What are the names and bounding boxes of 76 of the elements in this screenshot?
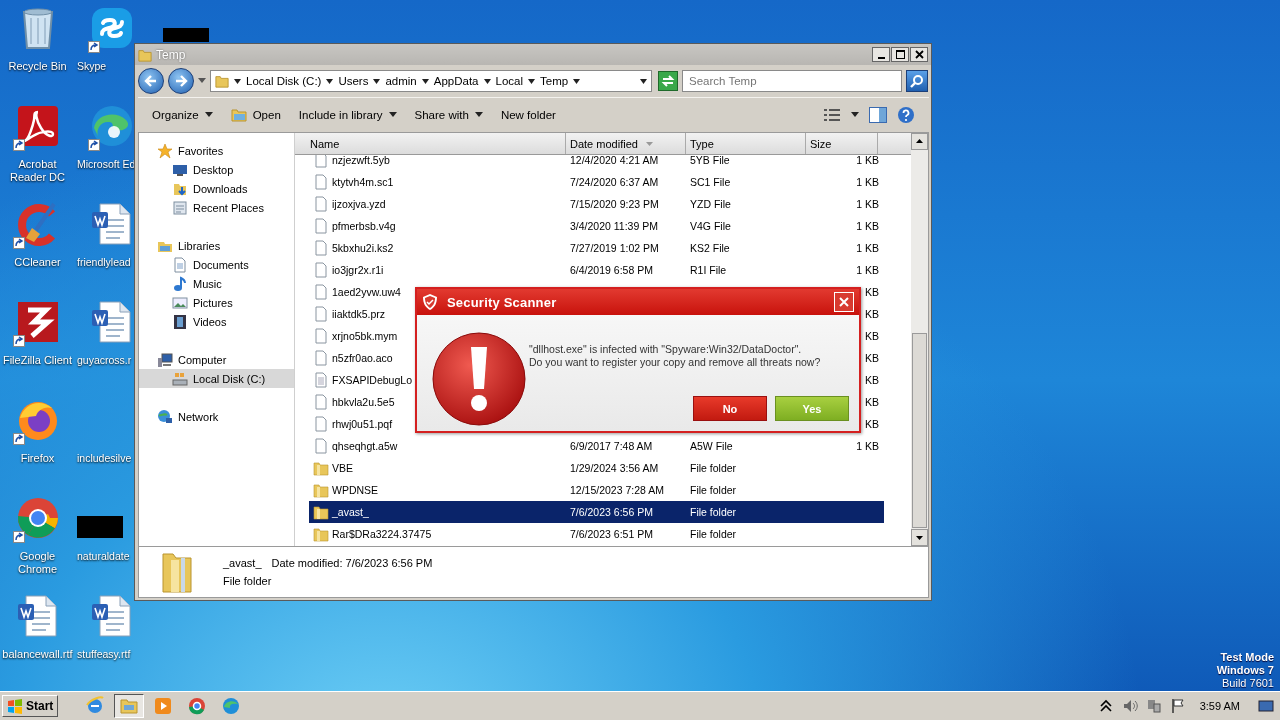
file-name: rhwj0u51.pqf — [332, 418, 393, 430]
file-name: nzjezwft.5yb — [332, 155, 390, 166]
system-info-text: Windows 7 — [1216, 664, 1274, 677]
window-title: Temp — [156, 47, 187, 62]
date-cell: 6/4/2019 6:58 PM — [570, 264, 653, 276]
date-cell: 12/15/2023 7:28 AM — [570, 484, 664, 496]
date-cell: 3/4/2020 11:39 PM — [570, 220, 658, 232]
file-name: qhseqhgt.a5w — [332, 440, 398, 452]
type-cell: SC1 File — [690, 176, 731, 188]
nav-label: Desktop — [193, 163, 234, 176]
details-name: _avast_ — [223, 557, 262, 569]
nav-label: Network — [178, 410, 219, 423]
nav-label: Local Disk (C:) — [193, 372, 266, 385]
dialog-message: Do you want to register your copy and remove all threats now? — [529, 356, 821, 369]
size-cell: KB — [865, 286, 879, 298]
date-cell: 7/15/2020 9:23 PM — [570, 198, 659, 210]
details-date: Date modified: 7/6/2023 6:56 PM — [271, 557, 433, 569]
file-name: ijzoxjva.yzd — [332, 198, 386, 210]
date-cell: 1/29/2024 3:56 AM — [570, 462, 659, 474]
nav-label: Pictures — [193, 296, 233, 309]
size-cell: 1 KB — [856, 440, 879, 452]
size-cell: 1 KB — [856, 155, 879, 166]
size-cell: 1 KB — [856, 176, 879, 188]
type-cell: File folder — [690, 484, 737, 496]
type-cell: File folder — [690, 462, 737, 474]
file-name: 1aed2yvw.uw4 — [332, 286, 401, 298]
nav-label: Libraries — [178, 239, 221, 252]
date-cell: 12/4/2020 4:21 AM — [570, 155, 659, 166]
file-name: _avast_ — [332, 506, 369, 518]
nav-label: Favorites — [178, 144, 224, 157]
nav-label: Videos — [193, 315, 227, 328]
details-type: File folder — [223, 575, 273, 587]
size-cell: 1 KB — [856, 220, 879, 232]
date-cell: 6/9/2017 7:48 AM — [570, 440, 653, 452]
type-cell: 5YB File — [690, 155, 730, 166]
date-cell: 7/24/2020 6:37 AM — [570, 176, 659, 188]
size-cell: KB — [865, 352, 879, 364]
file-name: WPDNSE — [332, 484, 379, 496]
type-cell: V4G File — [690, 220, 731, 232]
nav-label: Recent Places — [193, 201, 264, 214]
nav-label: Downloads — [193, 182, 248, 195]
file-name: hbkvla2u.5e5 — [332, 396, 395, 408]
file-name: io3jgr2x.r1i — [332, 264, 384, 276]
dialog-message: "dllhost.exe" is infected with "Spyware:Win32/DataDoctor". — [529, 343, 803, 356]
type-cell: File folder — [690, 528, 737, 540]
date-cell: 7/27/2019 1:02 PM — [570, 242, 659, 254]
file-name: 5kbxhu2i.ks2 — [332, 242, 394, 254]
size-cell: KB — [865, 374, 879, 386]
size-cell: KB — [865, 418, 879, 430]
dialog-title: Security Scanner — [447, 294, 558, 310]
file-name: Rar$DRa3224.37475 — [332, 528, 432, 540]
nav-label: Computer — [178, 353, 227, 366]
date-cell: 7/6/2023 6:51 PM — [570, 528, 653, 540]
size-cell: 1 KB — [856, 242, 879, 254]
size-cell: KB — [865, 396, 879, 408]
size-cell: 1 KB — [856, 198, 879, 210]
system-info-text: Build 7601 — [1222, 677, 1274, 690]
file-name: pfmerbsb.v4g — [332, 220, 396, 232]
system-info-text: Test Mode — [1220, 651, 1274, 664]
file-name: iiaktdk5.prz — [332, 308, 386, 320]
size-cell: KB — [865, 308, 879, 320]
file-name: xrjno5bk.mym — [332, 330, 398, 342]
type-cell: File folder — [690, 506, 737, 518]
file-name: n5zfr0ao.aco — [332, 352, 393, 364]
size-cell: 1 KB — [856, 264, 879, 276]
date-cell: 7/6/2023 6:56 PM — [570, 506, 653, 518]
type-cell: KS2 File — [690, 242, 730, 254]
size-cell: KB — [865, 330, 879, 342]
type-cell: A5W File — [690, 440, 733, 452]
nav-label: Documents — [193, 258, 249, 271]
nav-label: Music — [193, 277, 222, 290]
file-name: VBE — [332, 462, 353, 474]
type-cell: YZD File — [690, 198, 731, 210]
type-cell: R1I File — [690, 264, 727, 276]
file-name: FXSAPIDebugLo — [332, 374, 412, 386]
file-name: ktytvh4m.sc1 — [332, 176, 394, 188]
